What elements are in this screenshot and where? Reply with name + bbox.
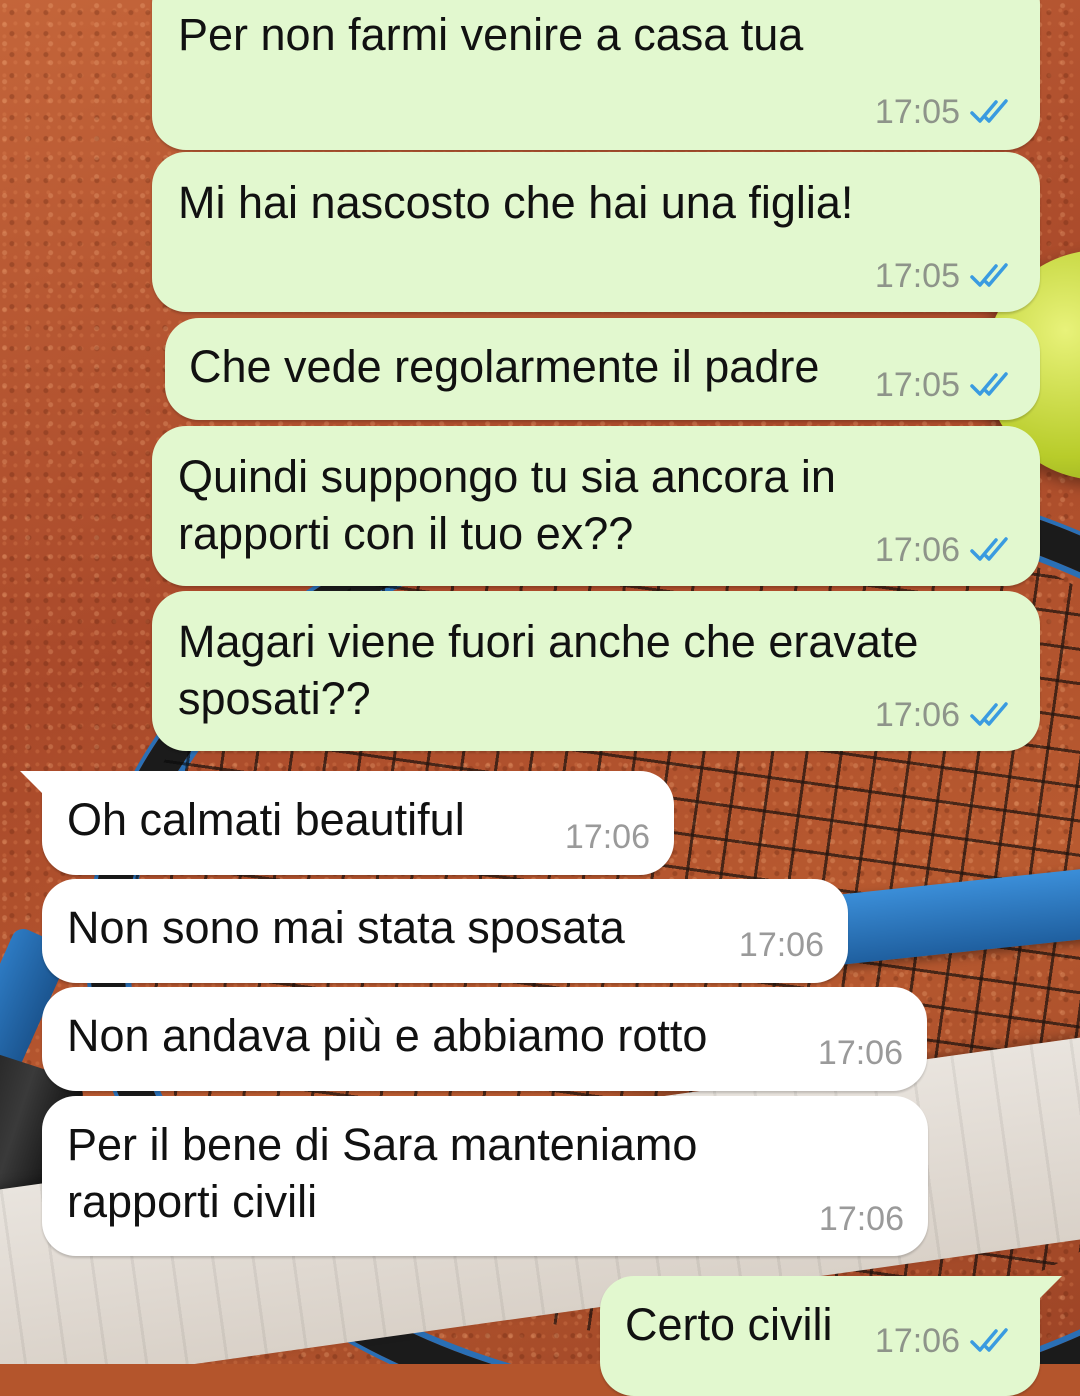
message-text: Certo civili (625, 1299, 833, 1350)
message-time: 17:06 (817, 1034, 903, 1072)
message-time: 17:06 (564, 818, 650, 856)
message-text: Per non farmi venire a casa tua (178, 9, 804, 60)
message-text: Mi hai nascosto che hai una figlia! (178, 177, 854, 228)
message-meta: 17:05 (875, 365, 1016, 405)
bubble-tail (20, 771, 60, 811)
double-check-read-icon (970, 537, 1008, 561)
double-check-read-icon (970, 99, 1008, 123)
incoming-message[interactable]: Non sono mai stata sposata 17:06 (42, 879, 848, 983)
double-check-read-icon (970, 372, 1008, 396)
message-text: Non sono mai stata sposata (67, 902, 625, 953)
message-time: 17:05 (874, 93, 960, 131)
outgoing-message[interactable]: Magari viene fuori anche che eravate spo… (152, 591, 1040, 751)
incoming-message[interactable]: Oh calmati beautiful 17:06 (20, 771, 674, 875)
message-meta: 17:06 (875, 1321, 1016, 1361)
message-text: Magari viene fuori anche che eravate spo… (178, 616, 919, 724)
message-meta: 17:06 (819, 1199, 904, 1239)
message-meta: 17:05 (875, 256, 1016, 296)
message-meta: 17:06 (875, 695, 1016, 735)
message-text: Per il bene di Sara manteniamo rapporti … (67, 1119, 698, 1227)
message-time: 17:06 (874, 696, 960, 734)
message-text: Oh calmati beautiful (67, 794, 465, 845)
message-time: 17:06 (874, 1322, 960, 1360)
outgoing-message[interactable]: Per non farmi venire a casa tua 17:05 (152, 0, 1040, 150)
message-text: Quindi suppongo tu sia ancora in rapport… (178, 451, 836, 559)
incoming-message[interactable]: Non andava più e abbiamo rotto 17:06 (42, 987, 927, 1091)
outgoing-message[interactable]: Certo civili 17:06 (600, 1276, 1062, 1396)
message-time: 17:05 (874, 257, 960, 295)
outgoing-message[interactable]: Mi hai nascosto che hai una figlia! 17:0… (152, 152, 1040, 312)
message-time: 17:06 (818, 1200, 904, 1238)
bubble-tail (1022, 1276, 1062, 1316)
message-time: 17:06 (874, 531, 960, 569)
message-meta: 17:06 (818, 1033, 903, 1073)
message-meta: 17:06 (565, 817, 650, 857)
double-check-read-icon (970, 1328, 1008, 1352)
message-meta: 17:05 (875, 92, 1016, 132)
double-check-read-icon (970, 702, 1008, 726)
message-time: 17:06 (738, 926, 824, 964)
outgoing-message[interactable]: Quindi suppongo tu sia ancora in rapport… (152, 426, 1040, 586)
message-time: 17:05 (874, 366, 960, 404)
chat-message-list[interactable]: Per non farmi venire a casa tua 17:05 Mi… (0, 0, 1080, 1396)
message-meta: 17:06 (875, 530, 1016, 570)
outgoing-message[interactable]: Che vede regolarmente il padre 17:05 (165, 318, 1040, 420)
message-text: Che vede regolarmente il padre (189, 341, 820, 392)
message-text: Non andava più e abbiamo rotto (67, 1010, 708, 1061)
message-meta: 17:06 (739, 925, 824, 965)
incoming-message[interactable]: Per il bene di Sara manteniamo rapporti … (42, 1096, 928, 1256)
double-check-read-icon (970, 263, 1008, 287)
